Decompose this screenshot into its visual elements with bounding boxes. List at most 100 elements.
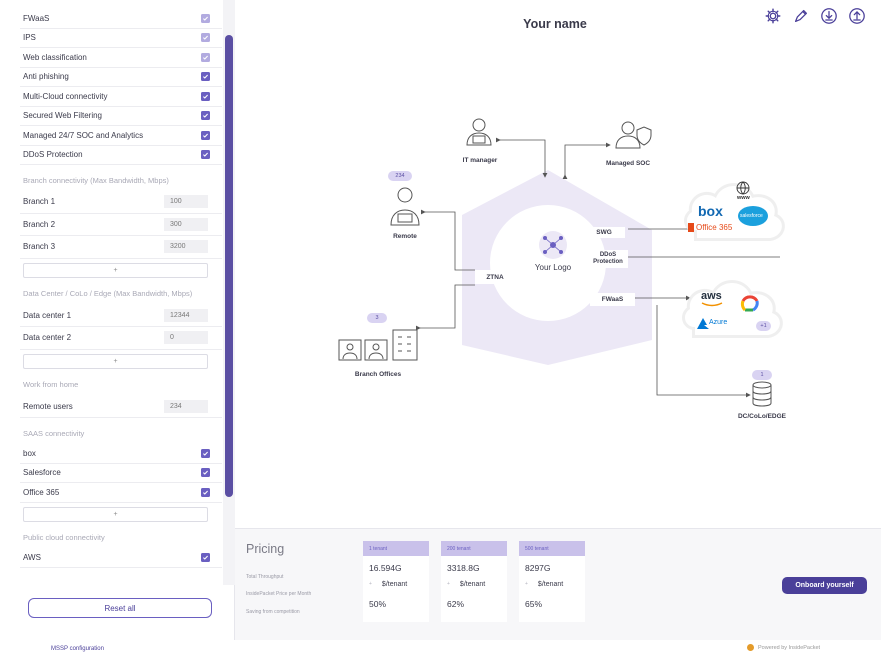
dc-list: Data center 1 12344 Data center 2 0 [20, 305, 222, 350]
checkbox[interactable] [201, 111, 210, 121]
saas-office-label: Office 365 [696, 223, 733, 232]
service-row[interactable]: Managed 24/7 SOC and Analytics [20, 126, 222, 146]
saas-list: box Salesforce Office 365 [20, 444, 222, 503]
branch-list: Branch 1 100 Branch 2 300 Branch 3 3200 [20, 191, 222, 259]
service-row-label: Web classification [23, 52, 87, 62]
tier-price: + $/tenant [369, 581, 408, 588]
service-row-label: DDoS Protection [23, 150, 83, 160]
swg-tag[interactable]: SWG [583, 227, 625, 238]
sidebar-scrollbar[interactable] [223, 0, 235, 585]
service-row[interactable]: DDoS Protection [20, 146, 222, 165]
service-row[interactable]: Web classification [20, 48, 222, 68]
add-dc-button[interactable]: + [23, 353, 208, 369]
checkbox[interactable] [201, 72, 210, 82]
saas-row[interactable]: Office 365 [20, 483, 222, 503]
checkbox[interactable] [201, 553, 210, 563]
ztna-tag[interactable]: ZTNA [475, 270, 515, 284]
add-branch-button[interactable]: + [23, 262, 208, 278]
services-list: FWaaS IPS Web classification Anti phishing M… [20, 9, 222, 165]
ddos-tag[interactable]: DDoS Protection [588, 250, 628, 268]
tier-saving: 62% [447, 599, 465, 609]
tier-saving: 65% [525, 599, 543, 609]
checkbox[interactable] [201, 91, 210, 101]
edit-icon[interactable] [792, 7, 810, 25]
network-diagram: 234 3 1 IT manager Managed SOC Remote Br… [235, 95, 881, 440]
tier-throughput: 3318.8G [447, 563, 480, 573]
service-row[interactable]: Secured Web Filtering [20, 107, 222, 126]
service-row[interactable]: Multi-Cloud connectivity [20, 87, 222, 107]
cloud-row[interactable]: AWS [20, 549, 222, 568]
cloud-azure-label: Azure [709, 319, 728, 326]
insidepacket-logo-icon [747, 644, 754, 651]
checkbox[interactable] [201, 13, 210, 23]
checkbox[interactable] [201, 52, 210, 62]
pricing-title: Pricing [246, 542, 285, 556]
link-it-manager [496, 137, 548, 178]
branch-count-badge: 3 [367, 313, 387, 323]
upload-icon[interactable] [848, 7, 866, 25]
sidebar-scroll-area[interactable]: FWaaS IPS Web classification Anti phishing M… [0, 0, 222, 585]
pricing-panel: Pricing Total Throughput InsidePacket Pr… [235, 528, 881, 640]
add-saas-button[interactable]: + [23, 506, 208, 522]
your-logo-label: Your Logo [531, 263, 575, 272]
branch-row-input[interactable]: 3200 [164, 240, 208, 254]
dc-section-title: Data Center / CoLo / Edge (Max Bandwidth… [23, 289, 193, 298]
remote-users-input[interactable]: 234 [164, 399, 208, 413]
branch-section-title: Branch connectivity (Max Bandwidth, Mbps… [23, 175, 169, 185]
checkbox[interactable] [201, 487, 210, 497]
service-row-label: FWaaS [23, 13, 50, 23]
tier-head: 200 tenant [441, 541, 507, 556]
tier-card-2: 200 tenant 3318.8G + $/tenant 62% [441, 541, 507, 622]
tier-throughput: 16.594G [369, 563, 402, 573]
saas-row[interactable]: Salesforce [20, 464, 222, 483]
saas-row[interactable]: box [20, 444, 222, 464]
wfh-section-title: Work from home [23, 380, 79, 389]
tier-card-1: 1 tenant 16.594G + $/tenant 50% [363, 541, 429, 622]
datacenter-row: Data center 2 0 [20, 327, 222, 350]
tier-price-unit: $/tenant [459, 581, 486, 588]
checkbox[interactable] [201, 130, 210, 140]
managed-soc-label: Managed SOC [605, 160, 651, 167]
branch-offices-icon [338, 329, 418, 361]
service-row[interactable]: IPS [20, 29, 222, 48]
gear-icon[interactable] [764, 7, 782, 25]
branch-row-label: Branch 2 [23, 219, 56, 229]
cloud-list: AWS [20, 549, 222, 568]
footer-mssp-link[interactable]: MSSP configuration [51, 646, 104, 652]
download-icon[interactable] [820, 7, 838, 25]
service-row[interactable]: FWaaS [20, 9, 222, 29]
saas-box-label: box [698, 203, 723, 219]
service-row[interactable]: Anti phishing [20, 68, 222, 87]
it-manager-icon [466, 118, 492, 146]
dc-label: DC/CoLo/EDGE [737, 413, 787, 420]
service-row-label: IPS [23, 33, 36, 43]
page-title: Your name [523, 17, 587, 31]
cloud-more-badge[interactable]: +1 [756, 321, 771, 331]
reset-all-button[interactable]: Reset all [28, 598, 212, 618]
onboard-yourself-button[interactable]: Onboard yourself [782, 577, 867, 594]
saving-row-label: Saving from competition [246, 609, 300, 615]
branch-row-input[interactable]: 300 [164, 217, 208, 231]
fwaas-tag[interactable]: FWaaS [590, 293, 635, 306]
service-row-label: Multi-Cloud connectivity [23, 91, 108, 101]
scrollbar-thumb[interactable] [225, 35, 233, 497]
checkbox[interactable] [201, 448, 210, 458]
checkbox[interactable] [201, 468, 210, 478]
branch-row-label: Branch 1 [23, 197, 56, 207]
datacenter-row-label: Data center 2 [23, 333, 72, 343]
saas-section-title: SAAS connectivity [23, 428, 85, 438]
datacenter-row-input[interactable]: 0 [164, 331, 208, 345]
logo-network-icon [539, 231, 567, 259]
saas-row-label: Salesforce [23, 468, 61, 478]
branch-row-label: Branch 3 [23, 242, 56, 252]
checkbox[interactable] [201, 33, 210, 43]
tier-price: + $/tenant [525, 581, 564, 588]
branch-offices-label: Branch Offices [354, 371, 402, 378]
datacenter-row-input[interactable]: 12344 [164, 308, 208, 322]
saas-salesforce-label: salesforce [740, 213, 763, 219]
saas-www-label: www [737, 195, 750, 201]
cloud-section-title: Public cloud connectivity [23, 533, 105, 542]
price-row-label: InsidePacket Price per Month [246, 591, 312, 597]
branch-row-input[interactable]: 100 [164, 195, 208, 209]
checkbox[interactable] [201, 150, 210, 160]
